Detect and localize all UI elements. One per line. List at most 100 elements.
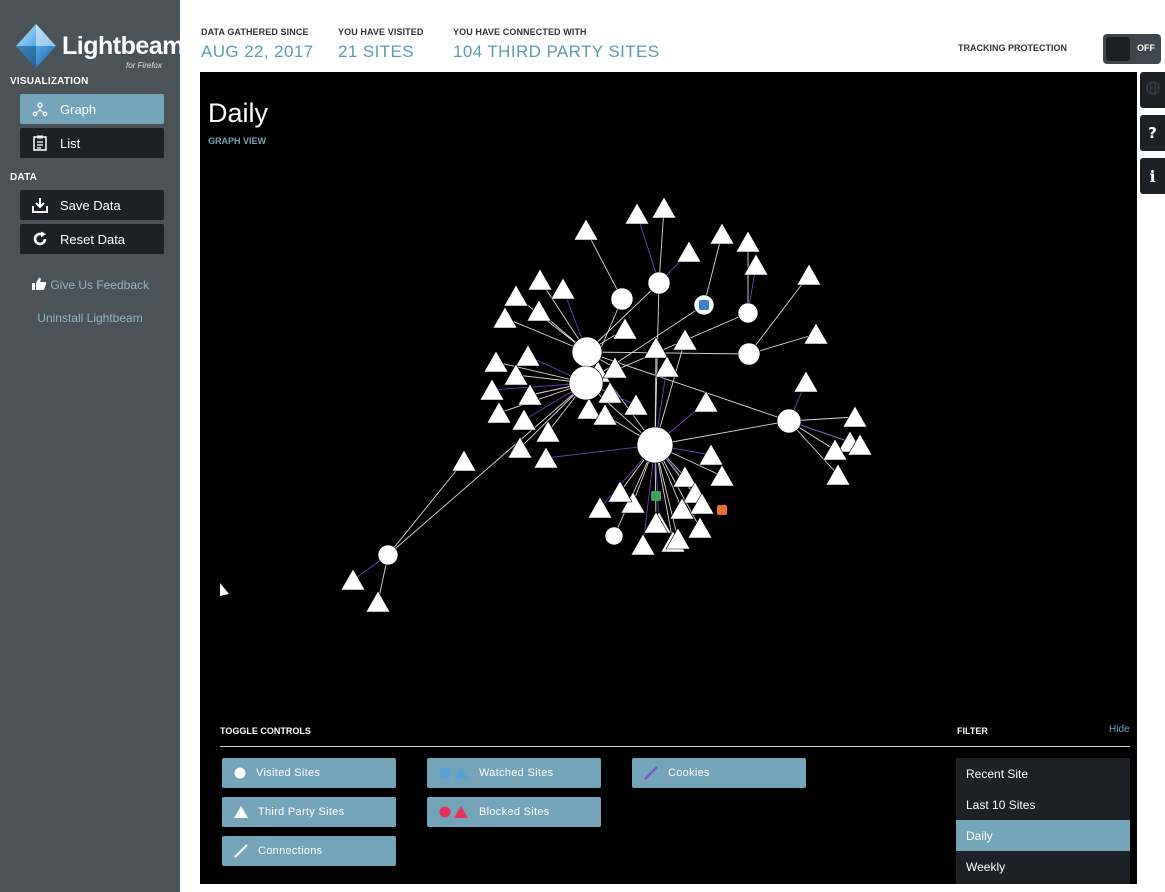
third-party-site-node[interactable]	[709, 464, 735, 487]
visited-site-node[interactable]	[571, 336, 603, 368]
third-party-site-node[interactable]	[643, 336, 669, 359]
controls-divider	[220, 746, 1130, 747]
visited-site-node[interactable]	[568, 365, 604, 401]
data-gathered-value: AUG 22, 2017	[201, 42, 314, 61]
visited-site-node[interactable]	[737, 302, 759, 324]
third-party-site-node[interactable]	[825, 463, 851, 486]
toggle-visited-sites[interactable]: Visited Sites	[222, 758, 396, 788]
cookies-label: Cookies	[668, 767, 710, 779]
third-party-site-node[interactable]	[672, 465, 698, 488]
third-party-site-node[interactable]	[486, 401, 512, 424]
third-party-site-node[interactable]	[526, 299, 552, 322]
reset-data-button[interactable]: Reset Data	[20, 224, 164, 254]
third-party-site-node[interactable]	[651, 196, 677, 219]
third-party-site-node[interactable]	[503, 284, 529, 307]
filter-last-10-sites[interactable]: Last 10 Sites	[956, 789, 1130, 820]
third-party-site-node[interactable]	[698, 443, 724, 466]
uninstall-link[interactable]: Uninstall Lightbeam	[0, 311, 180, 325]
toggle-third-party-sites[interactable]: Third Party Sites	[222, 797, 396, 827]
visited-site-node[interactable]	[776, 408, 802, 434]
tracking-protection-toggle[interactable]: OFF	[1103, 34, 1161, 64]
sidebar: Lightbeam for Firefox VISUALIZATION Grap…	[0, 0, 184, 892]
question-icon: ?	[1148, 124, 1157, 142]
visited-site-node[interactable]	[636, 426, 674, 464]
site-graph[interactable]	[200, 72, 1137, 712]
third-party-site-node[interactable]	[550, 277, 576, 300]
visited-sites-label: Visited Sites	[256, 767, 321, 779]
graph-view-button[interactable]: Graph	[20, 94, 164, 124]
triangle-icon	[234, 806, 248, 818]
refresh-icon	[32, 231, 48, 247]
filter-daily[interactable]: Daily	[956, 820, 1130, 851]
list-view-button[interactable]: List	[20, 128, 164, 158]
toggle-connections[interactable]: Connections	[222, 836, 396, 866]
watched-sites-label: Watched Sites	[479, 767, 554, 779]
graph-view-label: Graph	[60, 101, 97, 117]
third-party-site-node[interactable]	[842, 405, 868, 428]
third-party-site-node[interactable]	[796, 263, 822, 286]
third-party-site-node[interactable]	[451, 449, 477, 472]
globe-button[interactable]	[1140, 72, 1165, 108]
visited-site-node[interactable]	[377, 544, 399, 566]
third-party-site-node[interactable]	[803, 322, 829, 345]
third-party-site-node[interactable]	[602, 356, 628, 379]
third-party-site-node[interactable]	[492, 306, 518, 329]
third-party-site-node[interactable]	[607, 480, 633, 503]
third-party-site-node[interactable]	[623, 393, 649, 416]
third-party-site-node[interactable]	[365, 590, 391, 613]
third-party-site-node[interactable]	[483, 350, 509, 373]
hide-controls-link[interactable]: Hide	[1109, 724, 1130, 735]
third-party-site-node[interactable]	[709, 222, 735, 245]
blocked-sites-label: Blocked Sites	[479, 806, 550, 818]
sites-visited-label: YOU HAVE VISITED	[338, 27, 424, 37]
third-party-site-node[interactable]	[517, 383, 543, 406]
third-party-site-node[interactable]	[535, 420, 561, 443]
third-party-site-node[interactable]	[503, 363, 529, 386]
pointer-icon	[220, 583, 229, 596]
logo-text: Lightbeam	[62, 32, 184, 60]
filter-label: FILTER	[957, 726, 988, 736]
third-party-site-node[interactable]	[735, 230, 761, 253]
data-section-label: DATA	[10, 172, 38, 183]
save-data-button[interactable]: Save Data	[20, 190, 164, 220]
visited-site-node[interactable]	[737, 342, 761, 366]
list-view-label: List	[60, 135, 81, 151]
info-button[interactable]: i	[1140, 158, 1165, 194]
third-party-site-node[interactable]	[630, 533, 656, 556]
filter-recent-site[interactable]: Recent Site	[956, 758, 1130, 789]
third-party-site-node[interactable]	[654, 355, 680, 378]
lightbeam-logo-icon	[16, 24, 56, 68]
third-party-site-node[interactable]	[527, 268, 553, 291]
third-party-site-node[interactable]	[533, 446, 559, 469]
toggle-knob	[1106, 37, 1130, 61]
visited-site-node[interactable]	[604, 526, 624, 546]
toggle-cookies[interactable]: Cookies	[632, 758, 806, 788]
visited-site-node[interactable]	[647, 271, 671, 295]
line-icon	[234, 844, 248, 858]
visited-site-node[interactable]	[610, 287, 634, 311]
third-party-site-node[interactable]	[587, 496, 613, 519]
third-party-site-node[interactable]	[515, 344, 541, 367]
download-icon	[32, 197, 48, 213]
toggle-watched-sites[interactable]: Watched Sites	[427, 758, 601, 788]
third-party-site-node[interactable]	[340, 568, 366, 591]
toggle-blocked-sites[interactable]: Blocked Sites	[427, 797, 601, 827]
third-party-site-node[interactable]	[612, 317, 638, 340]
third-party-site-node[interactable]	[793, 370, 819, 393]
third-party-site-node[interactable]	[576, 397, 602, 420]
connections-label: Connections	[258, 845, 323, 857]
third-party-site-node[interactable]	[676, 240, 702, 263]
third-party-site-node[interactable]	[624, 202, 650, 225]
filter-weekly[interactable]: Weekly	[956, 851, 1130, 882]
toggle-state: OFF	[1137, 43, 1155, 53]
right-tool-strip	[1140, 72, 1165, 892]
help-button[interactable]: ?	[1140, 115, 1165, 151]
give-feedback-link[interactable]: Give Us Feedback	[0, 277, 180, 292]
third-party-site-node[interactable]	[511, 408, 537, 431]
third-party-site-node[interactable]	[687, 516, 713, 539]
third-party-site-node[interactable]	[573, 218, 599, 241]
third-party-site-node[interactable]	[693, 390, 719, 413]
logo-subtitle: for Firefox	[126, 61, 163, 70]
circle-icon	[234, 767, 246, 779]
third-party-site-node[interactable]	[672, 328, 698, 351]
